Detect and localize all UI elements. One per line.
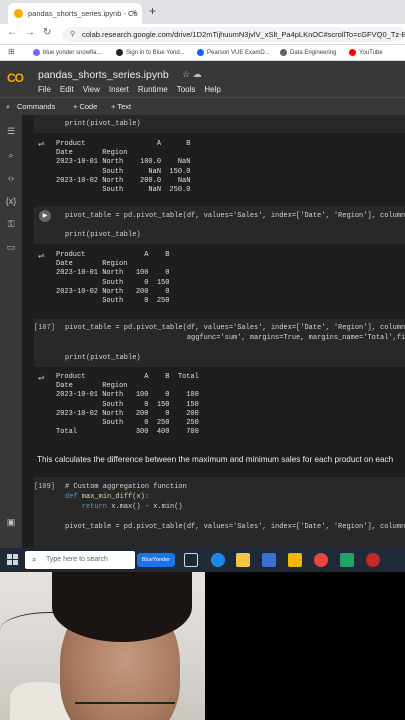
tab-title: pandas_shorts_series.ipynb - Co [28, 9, 138, 18]
code-cell[interactable]: ▶ pivot_table = pd.pivot_table(df, value… [34, 206, 405, 244]
variables-icon[interactable]: {x} [5, 196, 17, 206]
output-text: Product A B Date Region 2023-10-01 North… [56, 251, 170, 306]
output-text: Product A B Total Date Region 2023-10-01… [56, 373, 199, 437]
code-line: def max_min_diff(x): [65, 493, 150, 501]
output-actions-icon[interactable]: ⇌ [38, 251, 45, 260]
colab-favicon-icon [14, 9, 23, 18]
star-cloud-icon[interactable]: ☆ ☁ [182, 69, 202, 80]
code-line: print(pivot_table) [65, 120, 141, 128]
run-cell-button[interactable]: ▶ [39, 210, 51, 222]
forward-button[interactable]: → [25, 27, 35, 38]
notebook-toolbar: ⌕ Commands + Code + Text [0, 97, 405, 115]
code-line: pivot_table = pd.pivot_table(df, values=… [65, 212, 405, 220]
browser-tab-strip: pandas_shorts_series.ipynb - Co × + [0, 0, 405, 24]
search-placeholder: Type here to search [46, 556, 108, 563]
code-line: aggfunc='sum', margins=True, margins_nam… [65, 334, 405, 342]
windows-taskbar: ⌕ Type here to search BlueYonder [0, 548, 405, 572]
add-code-button[interactable]: + Code [73, 102, 97, 111]
new-tab-button[interactable]: + [149, 4, 156, 18]
site-info-icon[interactable]: ⚲ [70, 27, 75, 42]
colab-logo[interactable]: CO [7, 71, 24, 85]
menu-file[interactable]: File [38, 85, 51, 94]
search-icon: ⌕ [32, 555, 37, 564]
execution-count: [107] [34, 324, 56, 332]
menu-edit[interactable]: Edit [60, 85, 74, 94]
bookmark-blue-yonder-snowflake[interactable]: blue yonder snowfla... [33, 49, 101, 56]
bookmark-youtube[interactable]: YouTube [349, 49, 383, 56]
code-cell[interactable]: [109] # Custom aggregation function def … [34, 477, 405, 548]
apps-grid-icon[interactable]: ⊞ [8, 47, 15, 56]
notebook-area: print(pivot_table) ⇌ Product A B Date Re… [22, 115, 405, 548]
close-tab-icon[interactable]: × [132, 7, 137, 17]
menu-help[interactable]: Help [204, 85, 220, 94]
address-bar-row: ← → ↻ ⚲ colab.research.google.com/drive/… [0, 24, 405, 45]
store-icon[interactable] [262, 553, 276, 567]
code-snippets-icon[interactable]: ‹› [5, 173, 17, 183]
notebook-title[interactable]: pandas_shorts_series.ipynb [38, 69, 169, 81]
code-cell[interactable]: [107] pivot_table = pd.pivot_table(df, v… [34, 319, 405, 367]
code-cell[interactable]: print(pivot_table) [34, 115, 405, 133]
cell-output: ⇌ Product A B Date Region 2023-10-01 Nor… [34, 137, 405, 199]
url-input[interactable]: ⚲ colab.research.google.com/drive/1D2mTi… [62, 27, 405, 42]
windows-start-icon[interactable] [7, 554, 18, 565]
excel-icon[interactable] [340, 553, 354, 567]
taskbar-search-input[interactable]: ⌕ Type here to search [25, 551, 135, 569]
terminal-icon[interactable]: ▣ [5, 517, 17, 528]
recorder-icon[interactable] [366, 553, 380, 567]
find-icon[interactable]: ⌕ [5, 150, 17, 161]
commands-button[interactable]: Commands [17, 102, 55, 111]
menu-insert[interactable]: Insert [109, 85, 129, 94]
output-actions-icon[interactable]: ⇌ [38, 139, 45, 148]
execution-count: [109] [34, 483, 56, 491]
menu-runtime[interactable]: Runtime [138, 85, 168, 94]
webcam-feed [0, 572, 405, 720]
output-actions-icon[interactable]: ⇌ [38, 373, 45, 382]
code-line: pivot_table = pd.pivot_table(df, values=… [65, 324, 405, 332]
edge-icon[interactable] [211, 553, 225, 567]
bookmark-pearson-vue[interactable]: Pearson VUE ExamD... [197, 49, 270, 56]
chrome-icon[interactable] [314, 553, 328, 567]
blueyonder-badge[interactable]: BlueYonder [137, 553, 175, 567]
left-sidebar: ☰ ⌕ ‹› {x} ⚿ ▭ ▣ [0, 115, 22, 548]
code-line: pivot_table = pd.pivot_table(df, values=… [65, 523, 405, 531]
commands-search-icon[interactable]: ⌕ [6, 102, 10, 112]
file-explorer-icon[interactable] [236, 553, 250, 567]
bookmark-data-engineering[interactable]: Data Engineering [280, 49, 336, 56]
files-folder-icon[interactable]: ▭ [5, 242, 17, 253]
cell-output: ⇌ Product A B Date Region 2023-10-01 Nor… [34, 249, 405, 309]
cell-output: ⇌ Product A B Total Date Region 2023-10-… [34, 371, 405, 439]
bookmark-sign-in-blue-yonder[interactable]: Sign in to Blue Yond... [116, 49, 185, 56]
code-line: print(pivot_table) [65, 354, 141, 362]
bookmarks-bar: ⊞ blue yonder snowfla... Sign in to Blue… [0, 45, 405, 61]
task-view-icon[interactable] [184, 553, 198, 567]
output-text: Product A B Date Region 2023-10-01 North… [56, 140, 191, 195]
url-text: colab.research.google.com/drive/1D2mTijh… [82, 30, 405, 39]
code-comment: # Custom aggregation function [65, 483, 187, 491]
menu-bar: File Edit View Insert Runtime Tools Help [38, 85, 221, 94]
app-icon[interactable] [288, 553, 302, 567]
code-line: return x.max() - x.min() [65, 503, 183, 511]
secrets-key-icon[interactable]: ⚿ [5, 219, 17, 230]
add-text-button[interactable]: + Text [111, 102, 131, 111]
reload-button[interactable]: ↻ [43, 27, 51, 38]
code-line: print(pivot_table) [65, 231, 141, 239]
menu-tools[interactable]: Tools [177, 85, 196, 94]
table-of-contents-icon[interactable]: ☰ [5, 126, 17, 137]
browser-tab-active[interactable]: pandas_shorts_series.ipynb - Co × [8, 3, 142, 24]
markdown-text: This calculates the difference between t… [37, 455, 394, 464]
back-button[interactable]: ← [7, 27, 17, 38]
menu-view[interactable]: View [83, 85, 100, 94]
webcam-image [0, 572, 205, 720]
